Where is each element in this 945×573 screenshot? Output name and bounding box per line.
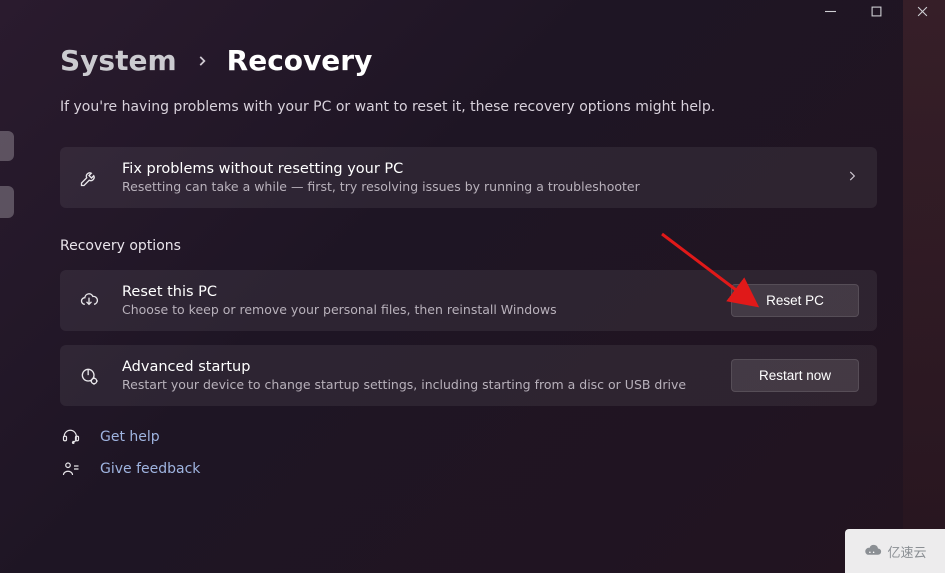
restart-now-button[interactable]: Restart now bbox=[731, 359, 859, 392]
reset-pc-card: Reset this PC Choose to keep or remove y… bbox=[60, 270, 877, 331]
maximize-icon bbox=[871, 6, 882, 17]
reset-pc-title: Reset this PC bbox=[122, 284, 709, 300]
left-nav-sliver-1[interactable] bbox=[0, 131, 14, 161]
intro-text: If you're having problems with your PC o… bbox=[60, 99, 877, 115]
feedback-icon bbox=[60, 460, 82, 478]
advanced-startup-card: Advanced startup Restart your device to … bbox=[60, 345, 877, 406]
help-icon bbox=[60, 428, 82, 446]
get-help-label: Get help bbox=[100, 429, 160, 445]
fix-problems-title: Fix problems without resetting your PC bbox=[122, 161, 823, 177]
main-content: System Recovery If you're having problem… bbox=[60, 44, 877, 573]
cloud-icon bbox=[863, 544, 883, 558]
maximize-button[interactable] bbox=[853, 0, 899, 22]
give-feedback-label: Give feedback bbox=[100, 461, 200, 477]
breadcrumb-parent[interactable]: System bbox=[60, 44, 177, 77]
chevron-right-icon bbox=[845, 169, 859, 183]
right-background-tint bbox=[903, 0, 945, 529]
wrench-icon bbox=[78, 168, 100, 188]
minimize-icon bbox=[825, 6, 836, 17]
download-cloud-icon bbox=[78, 291, 100, 311]
chevron-right-icon bbox=[195, 54, 209, 68]
advanced-startup-title: Advanced startup bbox=[122, 359, 709, 375]
advanced-startup-sub: Restart your device to change startup se… bbox=[122, 377, 709, 392]
window-titlebar bbox=[807, 0, 945, 22]
help-links: Get help Give feedback bbox=[60, 428, 877, 478]
watermark-label: 亿速云 bbox=[887, 542, 926, 561]
get-help-link[interactable]: Get help bbox=[60, 428, 877, 446]
left-nav-slivers bbox=[0, 0, 20, 573]
recovery-options-heading: Recovery options bbox=[60, 238, 877, 254]
fix-problems-card[interactable]: Fix problems without resetting your PC R… bbox=[60, 147, 877, 208]
minimize-button[interactable] bbox=[807, 0, 853, 22]
watermark: 亿速云 bbox=[845, 529, 945, 573]
reset-pc-sub: Choose to keep or remove your personal f… bbox=[122, 302, 709, 317]
breadcrumb-page: Recovery bbox=[227, 44, 373, 77]
fix-problems-chevron bbox=[845, 169, 859, 187]
breadcrumb: System Recovery bbox=[60, 44, 877, 77]
fix-problems-body: Fix problems without resetting your PC R… bbox=[122, 161, 823, 194]
reset-pc-button[interactable]: Reset PC bbox=[731, 284, 859, 317]
give-feedback-link[interactable]: Give feedback bbox=[60, 460, 877, 478]
close-icon bbox=[917, 6, 928, 17]
power-gear-icon bbox=[78, 366, 100, 386]
reset-pc-body: Reset this PC Choose to keep or remove y… bbox=[122, 284, 709, 317]
left-nav-sliver-2[interactable] bbox=[0, 186, 14, 218]
advanced-startup-body: Advanced startup Restart your device to … bbox=[122, 359, 709, 392]
fix-problems-sub: Resetting can take a while — first, try … bbox=[122, 179, 823, 194]
close-button[interactable] bbox=[899, 0, 945, 22]
